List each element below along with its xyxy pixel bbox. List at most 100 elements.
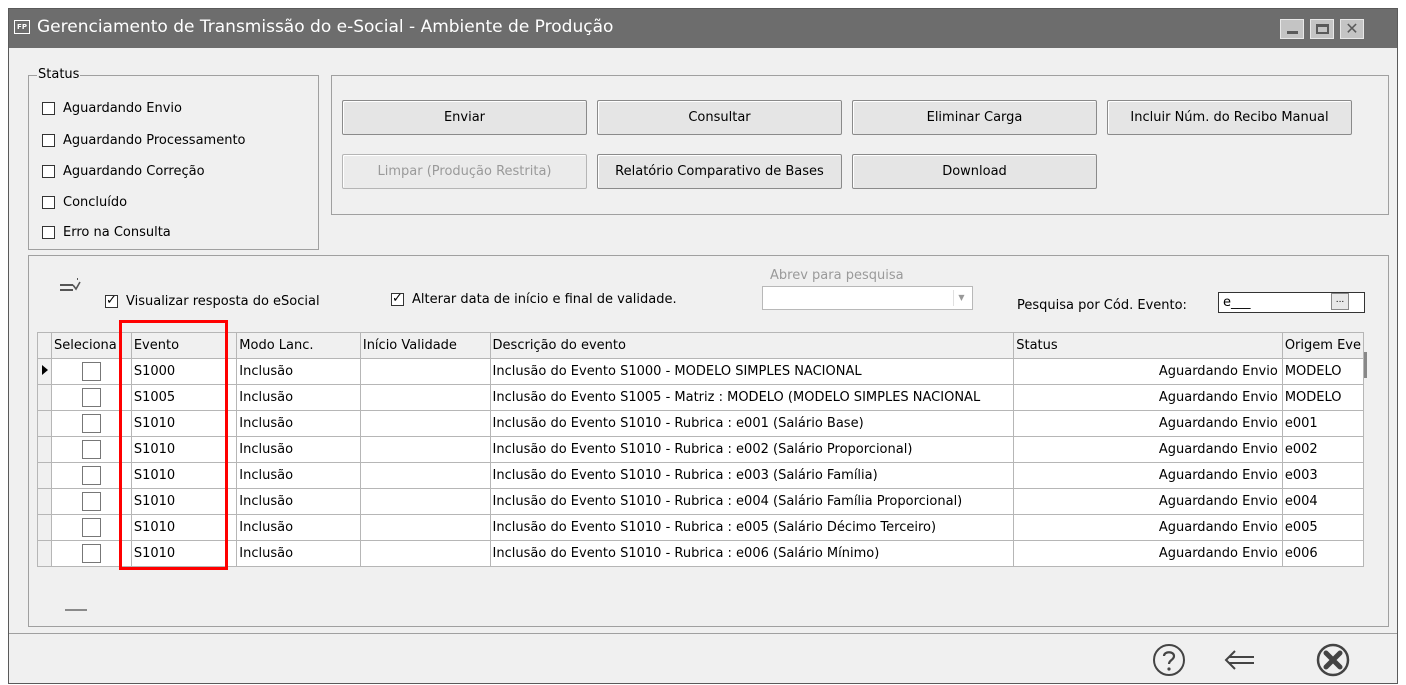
descricao-cell: Inclusão do Evento S1010 - Rubrica : e00… <box>489 488 1015 515</box>
origem-cell: e004 <box>1281 488 1365 515</box>
vertical-scrollbar[interactable] <box>1364 352 1367 378</box>
ellipsis-button[interactable]: ... <box>1331 293 1349 310</box>
descricao-cell: Inclusão do Evento S1005 - Matriz : MODE… <box>489 384 1015 411</box>
table-row[interactable]: S1010 Inclusão Inclusão do Evento S1010 … <box>37 436 1365 463</box>
status-option-aguardando-correcao[interactable]: Aguardando Correção <box>42 164 205 182</box>
column-header-descricao[interactable]: Descrição do evento <box>489 332 1015 359</box>
status-option-aguardando-envio[interactable]: Aguardando Envio <box>42 101 182 119</box>
row-indicator <box>37 436 52 463</box>
origem-cell: e001 <box>1281 410 1365 437</box>
descricao-cell: Inclusão do Evento S1010 - Rubrica : e00… <box>489 410 1015 437</box>
horizontal-scrollbar[interactable] <box>65 609 87 611</box>
checkbox[interactable] <box>81 362 101 381</box>
checkbox[interactable] <box>105 293 118 308</box>
actions-group: Enviar Consultar Eliminar Carga Incluir … <box>331 75 1389 215</box>
inicio-cell <box>359 488 491 515</box>
pesquisa-evento-label: Pesquisa por Cód. Evento: <box>1017 298 1187 313</box>
column-header-modo[interactable]: Modo Lanc. <box>236 332 361 359</box>
table-row[interactable]: S1005 Inclusão Inclusão do Evento S1005 … <box>37 384 1365 411</box>
minimize-button[interactable] <box>1280 19 1304 39</box>
checkbox[interactable] <box>81 440 101 459</box>
checkbox-label: Visualizar resposta do eSocial <box>126 294 320 309</box>
close-button[interactable] <box>1313 640 1353 680</box>
checkbox[interactable] <box>391 291 404 306</box>
minimize-icon <box>1287 31 1298 34</box>
descricao-cell: Inclusão do Evento S1010 - Rubrica : e00… <box>489 514 1015 541</box>
checkbox[interactable] <box>42 226 55 239</box>
status-cell: Aguardando Envio <box>1013 410 1283 437</box>
row-indicator <box>37 384 52 411</box>
checkbox-label: Alterar data de início e final de valida… <box>412 292 677 307</box>
limpar-button[interactable]: Limpar (Produção Restrita) <box>342 154 587 189</box>
table-row[interactable]: S1010 Inclusão Inclusão do Evento S1010 … <box>37 514 1365 541</box>
checkbox[interactable] <box>42 165 55 178</box>
origem-cell: e006 <box>1281 540 1365 567</box>
close-window-button[interactable]: ✕ <box>1340 19 1364 39</box>
download-button[interactable]: Download <box>852 154 1097 189</box>
inicio-cell <box>359 410 491 437</box>
current-row-icon <box>42 365 48 375</box>
status-option-erro-consulta[interactable]: Erro na Consulta <box>42 225 171 243</box>
checkbox[interactable] <box>81 492 101 511</box>
table-row[interactable]: S1000 Inclusão Inclusão do Evento S1000 … <box>37 358 1365 385</box>
events-table: Seleciona Evento Modo Lanc. Início Valid… <box>37 332 1365 567</box>
status-cell: Aguardando Envio <box>1013 384 1283 411</box>
column-header-origem[interactable]: Origem Eve <box>1281 332 1365 359</box>
inicio-cell <box>359 540 491 567</box>
row-indicator <box>37 358 52 385</box>
maximize-button[interactable] <box>1310 19 1334 39</box>
status-legend: Status <box>37 67 81 82</box>
abrev-label: Abrev para pesquisa <box>770 268 904 283</box>
checkbox[interactable] <box>42 196 55 209</box>
row-indicator <box>37 488 52 515</box>
checkbox[interactable] <box>81 414 101 433</box>
status-option-aguardando-processamento[interactable]: Aguardando Processamento <box>42 133 246 151</box>
modo-cell: Inclusão <box>236 488 361 515</box>
incluir-recibo-button[interactable]: Incluir Núm. do Recibo Manual <box>1107 100 1352 135</box>
checkbox[interactable] <box>42 102 55 115</box>
table-row[interactable]: S1010 Inclusão Inclusão do Evento S1010 … <box>37 410 1365 437</box>
evento-column-highlight <box>119 320 228 570</box>
column-header-inicio[interactable]: Início Validade <box>359 332 491 359</box>
table-row[interactable]: S1010 Inclusão Inclusão do Evento S1010 … <box>37 462 1365 489</box>
status-cell: Aguardando Envio <box>1013 540 1283 567</box>
status-cell: Aguardando Envio <box>1013 358 1283 385</box>
close-icon: ✕ <box>1345 19 1359 38</box>
status-option-concluido[interactable]: Concluído <box>42 195 127 213</box>
indicator-header <box>37 332 52 359</box>
alterar-data-option[interactable]: Alterar data de início e final de valida… <box>391 291 677 310</box>
eliminar-carga-button[interactable]: Eliminar Carga <box>852 100 1097 135</box>
checklist-icon[interactable] <box>59 278 81 296</box>
back-button[interactable] <box>1220 640 1260 680</box>
column-header-status[interactable]: Status <box>1013 332 1283 359</box>
modo-cell: Inclusão <box>236 462 361 489</box>
inicio-cell <box>359 462 491 489</box>
table-row[interactable]: S1010 Inclusão Inclusão do Evento S1010 … <box>37 488 1365 515</box>
checkbox[interactable] <box>42 134 55 147</box>
checkbox[interactable] <box>81 544 101 563</box>
descricao-cell: Inclusão do Evento S1010 - Rubrica : e00… <box>489 540 1015 567</box>
visualizar-resposta-option[interactable]: Visualizar resposta do eSocial <box>105 293 320 312</box>
modo-cell: Inclusão <box>236 540 361 567</box>
title-bar[interactable]: FP Gerenciamento de Transmissão do e-Soc… <box>9 9 1397 48</box>
checkbox[interactable] <box>81 466 101 485</box>
enviar-button[interactable]: Enviar <box>342 100 587 135</box>
checkbox[interactable] <box>81 388 101 407</box>
checkbox[interactable] <box>81 518 101 537</box>
inicio-cell <box>359 384 491 411</box>
modo-cell: Inclusão <box>236 514 361 541</box>
consultar-button[interactable]: Consultar <box>597 100 842 135</box>
origem-cell: e005 <box>1281 514 1365 541</box>
window-title: Gerenciamento de Transmissão do e-Social… <box>37 17 614 37</box>
abrev-select[interactable]: ▼ <box>762 286 973 310</box>
help-button[interactable] <box>1149 640 1189 680</box>
relatorio-button[interactable]: Relatório Comparativo de Bases <box>597 154 842 189</box>
status-cell: Aguardando Envio <box>1013 514 1283 541</box>
checkbox-label: Concluído <box>63 195 128 210</box>
events-grid: Seleciona Evento Modo Lanc. Início Valid… <box>37 332 1365 598</box>
origem-cell: e002 <box>1281 436 1365 463</box>
maximize-icon <box>1316 24 1329 34</box>
table-row[interactable]: S1010 Inclusão Inclusão do Evento S1010 … <box>37 540 1365 567</box>
chevron-down-icon[interactable]: ▼ <box>953 290 969 306</box>
inicio-cell <box>359 436 491 463</box>
